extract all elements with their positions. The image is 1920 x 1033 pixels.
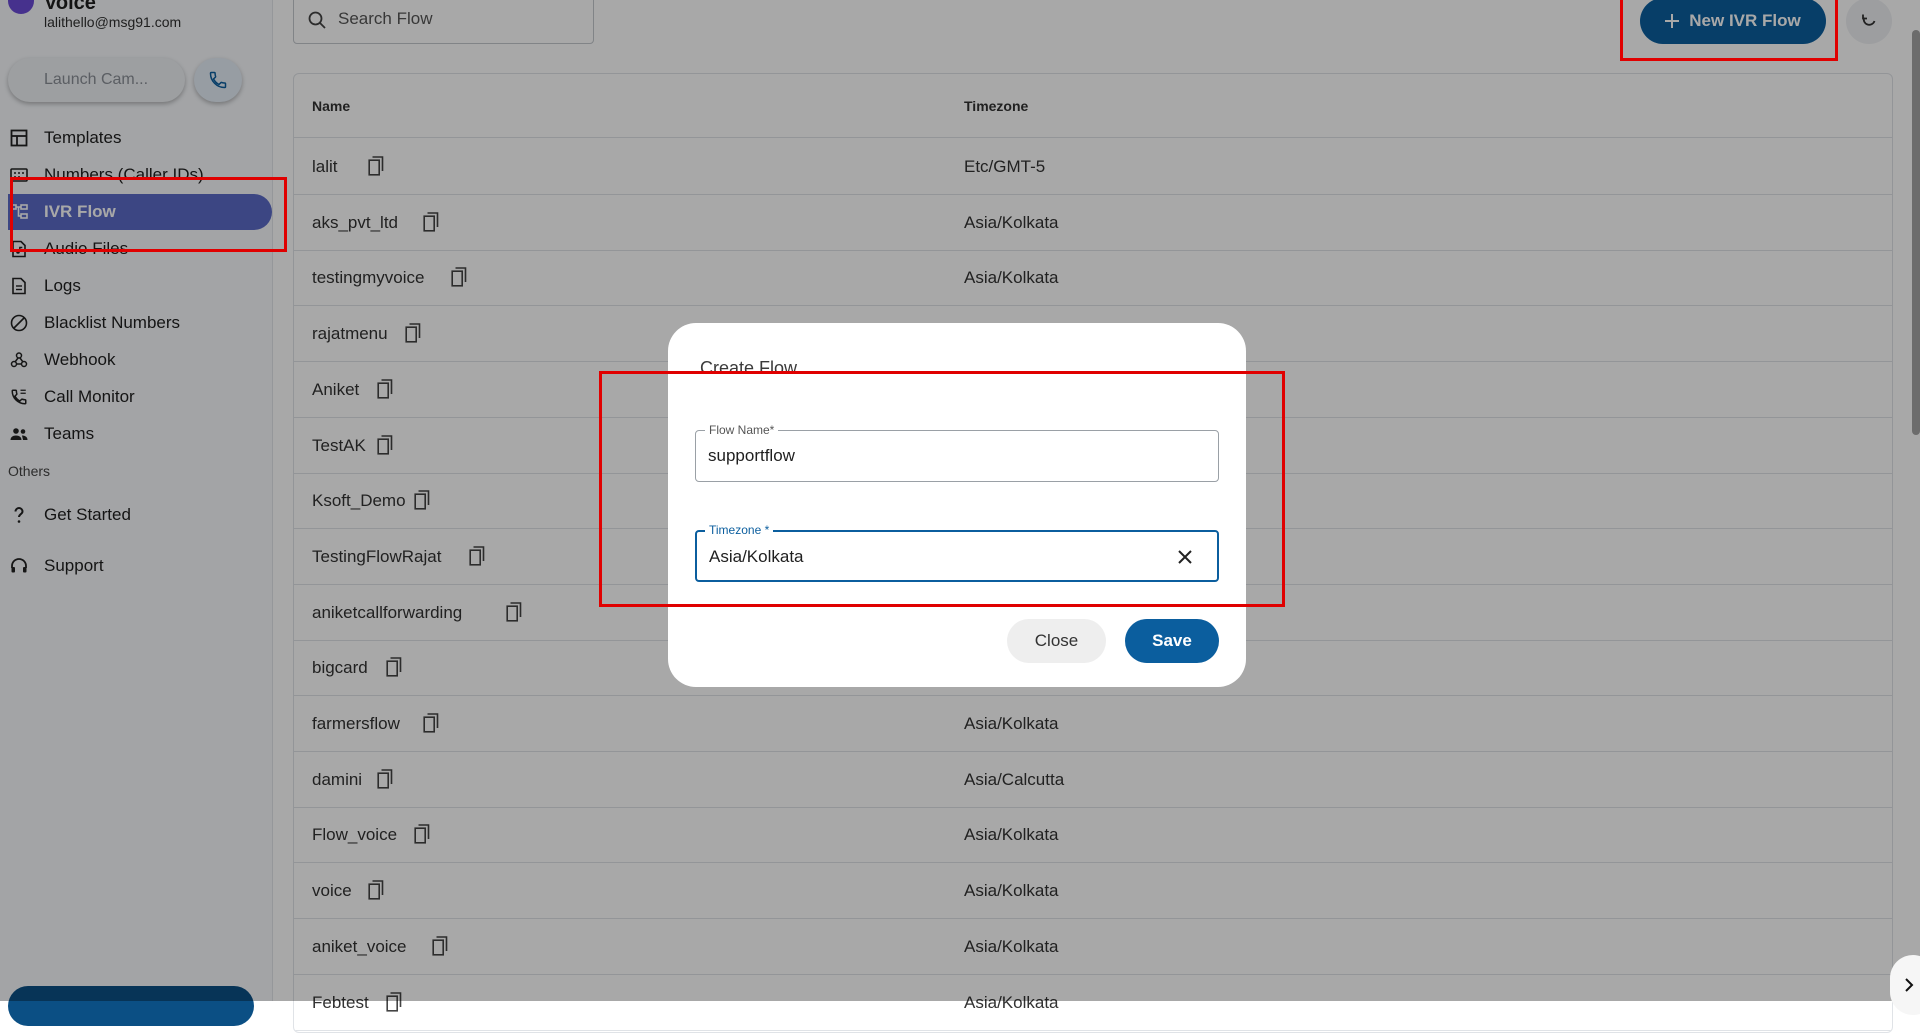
annotation-box-new-flow	[1620, 0, 1838, 61]
expand-button[interactable]	[1890, 955, 1920, 1015]
scrollbar-thumb[interactable]	[1912, 30, 1920, 435]
save-button[interactable]: Save	[1125, 619, 1219, 663]
annotation-box-ivr-flow	[10, 177, 287, 252]
app-root: Voice lalithello@msg91.com Launch Cam...…	[0, 0, 1920, 1033]
annotation-box-dialog-fields	[599, 371, 1285, 607]
chevron-right-icon	[1905, 978, 1914, 992]
close-button[interactable]: Close	[1007, 619, 1106, 663]
